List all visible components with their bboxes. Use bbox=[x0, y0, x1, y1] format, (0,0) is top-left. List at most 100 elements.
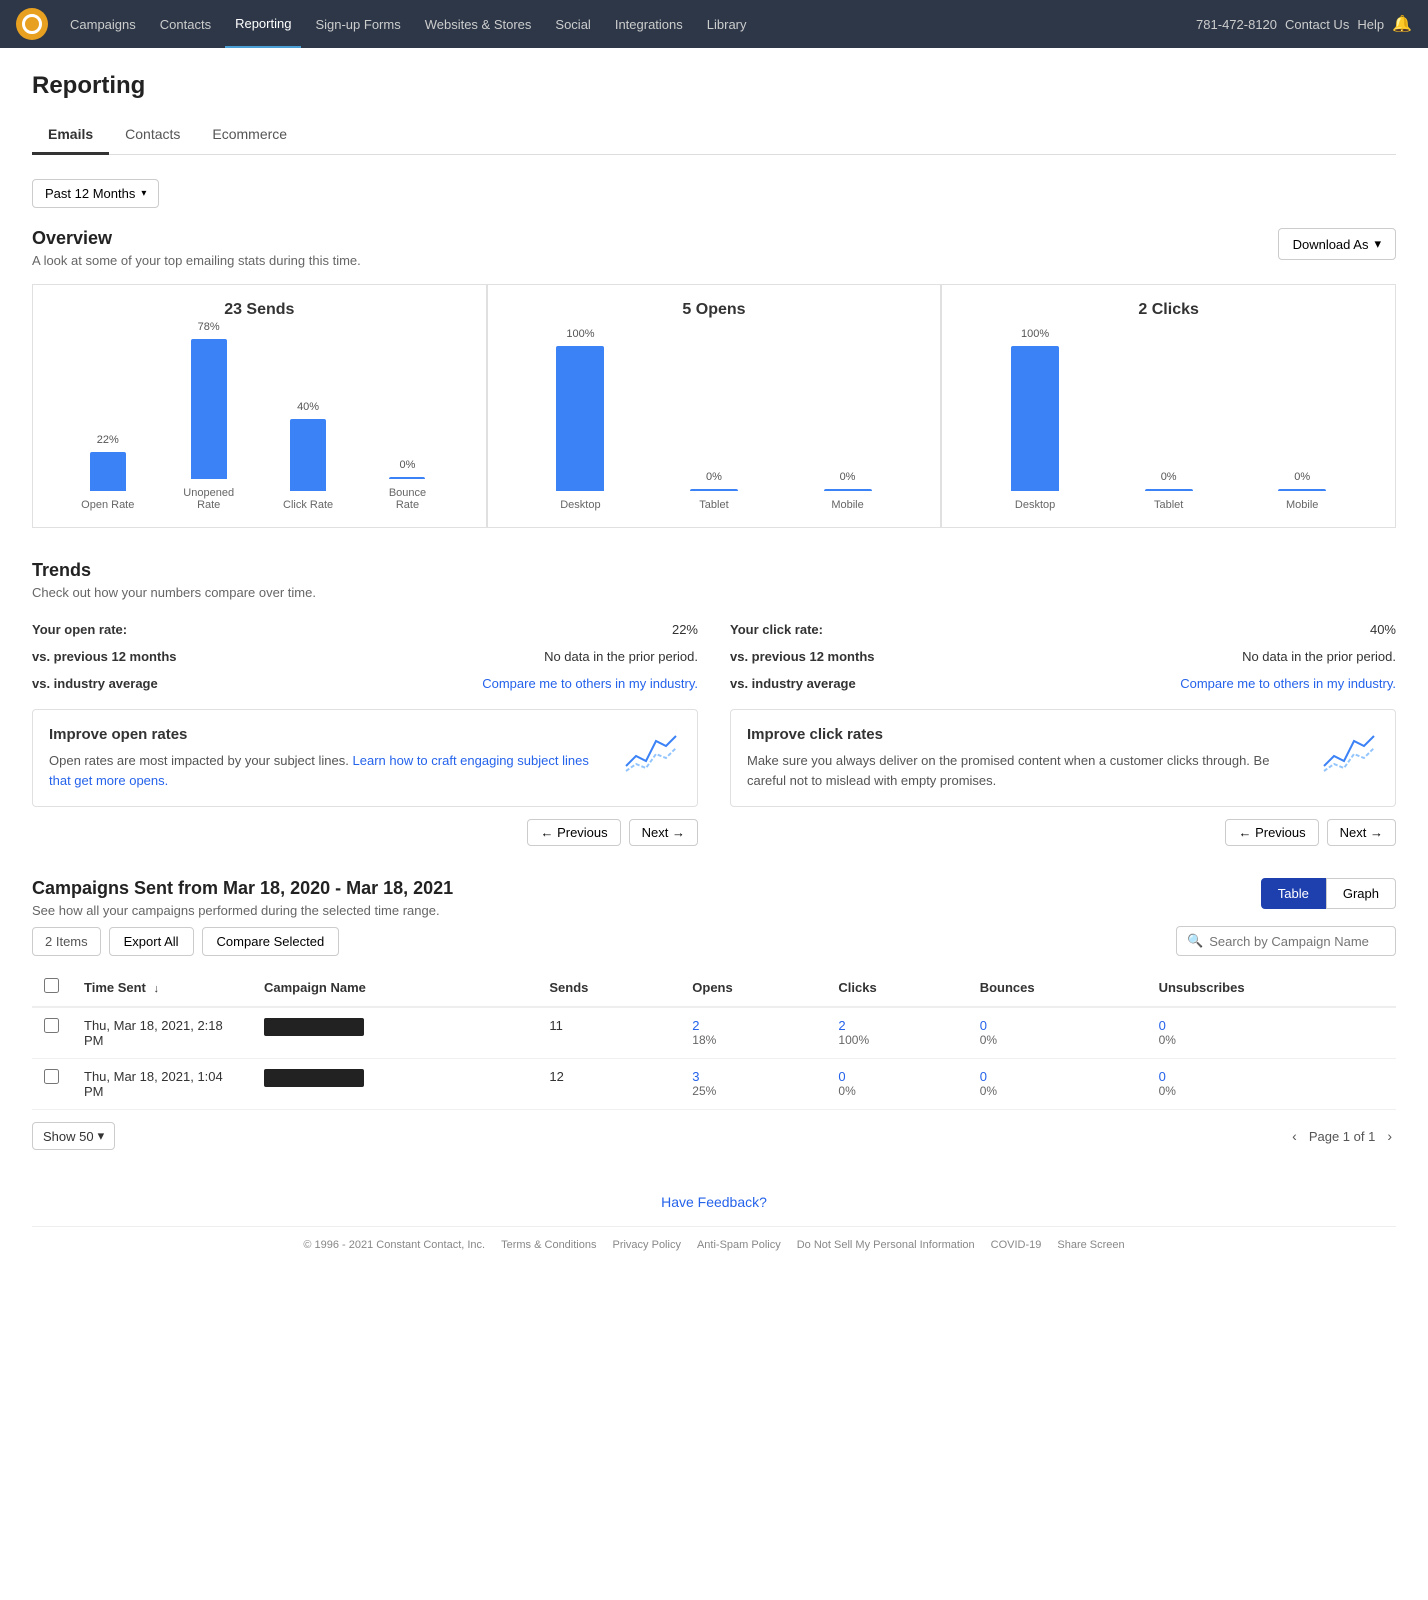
show-per-page-label: Show 50 bbox=[43, 1129, 94, 1144]
tip-nav-left: ← Previous Next → bbox=[32, 819, 698, 846]
open-rate-prev-value: No data in the prior period. bbox=[544, 649, 698, 664]
tip-next-btn-left[interactable]: Next → bbox=[629, 819, 698, 846]
next-page-button[interactable]: › bbox=[1383, 1124, 1396, 1148]
tip-icon-click-rates bbox=[1319, 726, 1379, 776]
tab-emails[interactable]: Emails bbox=[32, 116, 109, 155]
click-rate-value: 40% bbox=[1370, 622, 1396, 637]
chart-opens-area: 100% Desktop 0% Tablet 0% Mobile bbox=[504, 331, 925, 511]
charts-row: 23 Sends 22% Open Rate 78% Unopened Rate… bbox=[32, 284, 1396, 528]
trends-grid: Your open rate: 22% vs. previous 12 mont… bbox=[32, 616, 1396, 846]
nav-item-signup-forms[interactable]: Sign-up Forms bbox=[305, 0, 410, 48]
feedback-link[interactable]: Have Feedback? bbox=[661, 1194, 767, 1210]
items-count-badge: 2 Items bbox=[32, 927, 101, 956]
col-header-bounces: Bounces bbox=[968, 968, 1147, 1007]
tip-next-btn-right[interactable]: Next → bbox=[1327, 819, 1396, 846]
col-header-clicks: Clicks bbox=[826, 968, 967, 1007]
export-all-button[interactable]: Export All bbox=[109, 927, 194, 956]
bar-bounce-rate bbox=[389, 477, 425, 479]
row2-clicks: 0 0% bbox=[826, 1059, 967, 1110]
nav-bell-icon[interactable]: 🔔 bbox=[1392, 14, 1412, 34]
row1-bounces-count[interactable]: 0 bbox=[980, 1018, 1135, 1033]
tab-ecommerce[interactable]: Ecommerce bbox=[196, 116, 303, 155]
nav-item-social[interactable]: Social bbox=[545, 0, 600, 48]
overview-desc: A look at some of your top emailing stat… bbox=[32, 253, 361, 268]
date-filter-button[interactable]: Past 12 Months ▾ bbox=[32, 179, 159, 208]
chevron-down-icon: ▾ bbox=[1374, 236, 1381, 252]
footer-link-do-not-sell[interactable]: Do Not Sell My Personal Information bbox=[797, 1239, 975, 1251]
chart-bar-mobile-clicks: 0% Mobile bbox=[1278, 471, 1326, 511]
nav-item-websites-stores[interactable]: Websites & Stores bbox=[415, 0, 542, 48]
footer-link-terms[interactable]: Terms & Conditions bbox=[501, 1239, 596, 1251]
bar-label-100pct-desktop: 100% bbox=[566, 328, 594, 340]
nav-contact-us[interactable]: Contact Us bbox=[1285, 17, 1349, 32]
open-rate-industry-link[interactable]: Compare me to others in my industry. bbox=[482, 676, 698, 691]
tip-prev-btn-left[interactable]: ← Previous bbox=[527, 819, 620, 846]
row1-opens-count[interactable]: 2 bbox=[692, 1018, 814, 1033]
row2-checkbox[interactable] bbox=[44, 1069, 59, 1084]
bar-unopened-rate bbox=[191, 339, 227, 479]
nav-item-contacts[interactable]: Contacts bbox=[150, 0, 221, 48]
view-graph-button[interactable]: Graph bbox=[1326, 878, 1396, 909]
row1-opens-pct: 18% bbox=[692, 1033, 814, 1047]
compare-selected-button[interactable]: Compare Selected bbox=[202, 927, 340, 956]
click-rate-prev-label: vs. previous 12 months bbox=[730, 649, 875, 664]
row2-clicks-count[interactable]: 0 bbox=[838, 1069, 955, 1084]
click-rate-industry-link[interactable]: Compare me to others in my industry. bbox=[1180, 676, 1396, 691]
row2-unsubs: 0 0% bbox=[1147, 1059, 1396, 1110]
footer-link-covid[interactable]: COVID-19 bbox=[991, 1239, 1042, 1251]
nav-item-reporting[interactable]: Reporting bbox=[225, 0, 301, 48]
bar-bottom-unopened-rate: Unopened Rate bbox=[179, 487, 239, 511]
page-title: Reporting bbox=[32, 72, 1396, 100]
chart-bar-tablet-clicks: 0% Tablet bbox=[1145, 471, 1193, 511]
col-header-time-sent[interactable]: Time Sent ↓ bbox=[72, 968, 252, 1007]
download-as-label: Download As bbox=[1293, 237, 1369, 252]
footer-link-share-screen[interactable]: Share Screen bbox=[1057, 1239, 1124, 1251]
overview-header: Overview A look at some of your top emai… bbox=[32, 228, 1396, 268]
show-per-page-select[interactable]: Show 50 ▾ bbox=[32, 1122, 115, 1150]
footer-link-privacy[interactable]: Privacy Policy bbox=[612, 1239, 680, 1251]
view-table-button[interactable]: Table bbox=[1261, 878, 1326, 909]
nav-item-integrations[interactable]: Integrations bbox=[605, 0, 693, 48]
row1-checkbox[interactable] bbox=[44, 1018, 59, 1033]
bar-bottom-mobile-opens: Mobile bbox=[831, 499, 863, 511]
open-rate-industry-row: vs. industry average Compare me to other… bbox=[32, 670, 698, 697]
tab-contacts[interactable]: Contacts bbox=[109, 116, 196, 155]
search-input[interactable] bbox=[1209, 934, 1385, 949]
tip-prev-btn-right[interactable]: ← Previous bbox=[1225, 819, 1318, 846]
table-row: Thu, Mar 18, 2021, 2:18 PM 11 2 18% 2 10… bbox=[32, 1007, 1396, 1059]
nav-item-campaigns[interactable]: Campaigns bbox=[60, 0, 146, 48]
chart-bar-mobile-opens: 0% Mobile bbox=[824, 471, 872, 511]
tip-icon-open-rates bbox=[621, 726, 681, 776]
bar-bottom-mobile-clicks: Mobile bbox=[1286, 499, 1318, 511]
footer: © 1996 - 2021 Constant Contact, Inc. Ter… bbox=[32, 1226, 1396, 1263]
select-all-checkbox[interactable] bbox=[44, 978, 59, 993]
table-row: Thu, Mar 18, 2021, 1:04 PM 12 3 25% 0 0% bbox=[32, 1059, 1396, 1110]
nav-help[interactable]: Help bbox=[1357, 17, 1384, 32]
row2-sends: 12 bbox=[537, 1059, 680, 1110]
chart-bar-open-rate: 22% Open Rate bbox=[81, 434, 134, 511]
download-as-button[interactable]: Download As ▾ bbox=[1278, 228, 1396, 260]
chart-bar-unopened-rate: 78% Unopened Rate bbox=[179, 321, 239, 511]
row2-bounces-count[interactable]: 0 bbox=[980, 1069, 1135, 1084]
prev-page-button[interactable]: ‹ bbox=[1288, 1124, 1301, 1148]
row1-unsubs: 0 0% bbox=[1147, 1007, 1396, 1059]
row1-unsubs-count[interactable]: 0 bbox=[1159, 1018, 1384, 1033]
col-header-campaign-name: Campaign Name bbox=[252, 968, 537, 1007]
col-time-sent-label: Time Sent bbox=[84, 980, 146, 995]
bar-click-rate bbox=[290, 419, 326, 491]
row1-checkbox-cell bbox=[32, 1007, 72, 1059]
chevron-down-icon: ▾ bbox=[141, 188, 146, 199]
bar-label-0pct-mobile: 0% bbox=[840, 471, 856, 483]
bar-mobile-opens bbox=[824, 489, 872, 491]
row2-opens-count[interactable]: 3 bbox=[692, 1069, 814, 1084]
row1-clicks-count[interactable]: 2 bbox=[838, 1018, 955, 1033]
logo[interactable] bbox=[16, 8, 48, 40]
row1-bounces: 0 0% bbox=[968, 1007, 1147, 1059]
footer-link-antispam[interactable]: Anti-Spam Policy bbox=[697, 1239, 781, 1251]
bar-label-0pct-tablet-clicks: 0% bbox=[1161, 471, 1177, 483]
chart-clicks-title: 2 Clicks bbox=[958, 301, 1379, 319]
nav-item-library[interactable]: Library bbox=[697, 0, 757, 48]
click-rate-industry-label: vs. industry average bbox=[730, 676, 856, 691]
row2-clicks-pct: 0% bbox=[838, 1084, 955, 1098]
row2-unsubs-count[interactable]: 0 bbox=[1159, 1069, 1384, 1084]
